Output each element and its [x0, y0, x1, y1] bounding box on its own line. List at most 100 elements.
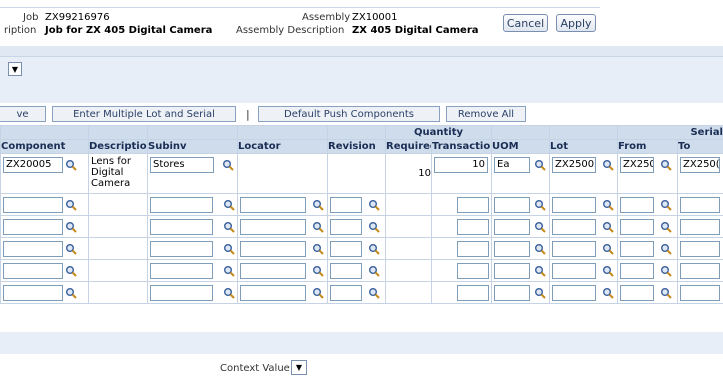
magnifier-icon[interactable] [312, 199, 324, 211]
magnifier-icon[interactable] [65, 287, 77, 299]
magnifier-icon[interactable] [368, 199, 380, 211]
locator-input[interactable] [240, 240, 306, 257]
dropdown-button[interactable]: ▼ [8, 62, 22, 76]
magnifier-icon[interactable] [65, 243, 77, 255]
serial-from-input[interactable]: ZX250( [620, 157, 654, 173]
magnifier-icon[interactable] [534, 199, 546, 211]
serial-to-input[interactable] [680, 284, 720, 301]
subinv-input[interactable] [150, 284, 214, 301]
component-input[interactable] [3, 196, 63, 213]
uom-input[interactable] [494, 262, 530, 279]
serial-to-input[interactable] [680, 218, 720, 235]
serial-to-input[interactable] [680, 240, 720, 257]
serial-from-input[interactable] [620, 240, 654, 257]
transaction-input[interactable] [457, 284, 489, 301]
transaction-input[interactable]: 10 [434, 157, 488, 173]
uom-header[interactable]: UOM [491, 139, 550, 154]
magnifier-icon[interactable] [368, 221, 380, 233]
magnifier-icon[interactable] [602, 265, 614, 277]
magnifier-icon[interactable] [602, 243, 614, 255]
uom-input[interactable]: Ea [494, 157, 530, 173]
serial-to-input[interactable] [680, 262, 720, 279]
revision-input[interactable] [330, 240, 362, 257]
magnifier-icon[interactable] [312, 221, 324, 233]
lot-input[interactable] [552, 240, 596, 257]
transaction-input[interactable] [457, 218, 489, 235]
revision-input[interactable] [330, 218, 362, 235]
subinv-input[interactable]: Stores [150, 157, 214, 173]
lot-input[interactable] [552, 218, 596, 235]
serial-from-header[interactable]: From [617, 139, 678, 154]
magnifier-icon[interactable] [368, 243, 380, 255]
magnifier-icon[interactable] [65, 265, 77, 277]
lot-input[interactable] [552, 262, 596, 279]
magnifier-icon[interactable] [602, 287, 614, 299]
uom-input[interactable] [494, 196, 530, 213]
magnifier-icon[interactable] [223, 243, 235, 255]
remove-button[interactable]: ve [0, 106, 46, 122]
locator-input[interactable] [240, 284, 306, 301]
transaction-input[interactable] [457, 196, 489, 213]
magnifier-icon[interactable] [660, 221, 672, 233]
cancel-button[interactable]: Cancel [503, 14, 548, 32]
remove-all-button[interactable]: Remove All [446, 106, 526, 122]
apply-button[interactable]: Apply [556, 14, 596, 32]
magnifier-icon[interactable] [312, 243, 324, 255]
magnifier-icon[interactable] [65, 221, 77, 233]
component-input[interactable] [3, 262, 63, 279]
serial-from-input[interactable] [620, 262, 654, 279]
serial-from-input[interactable] [620, 284, 654, 301]
locator-input[interactable] [240, 262, 306, 279]
lot-input[interactable] [552, 196, 596, 213]
magnifier-icon[interactable] [534, 159, 546, 171]
subinv-input[interactable] [150, 218, 214, 235]
magnifier-icon[interactable] [602, 199, 614, 211]
lot-input[interactable]: ZX25002 [552, 157, 596, 173]
transaction-input[interactable] [457, 240, 489, 257]
magnifier-icon[interactable] [368, 287, 380, 299]
magnifier-icon[interactable] [534, 287, 546, 299]
magnifier-icon[interactable] [65, 159, 77, 171]
magnifier-icon[interactable] [660, 243, 672, 255]
magnifier-icon[interactable] [223, 221, 235, 233]
revision-header[interactable]: Revision [327, 139, 386, 154]
serial-to-header[interactable]: To [677, 139, 723, 154]
subinv-header[interactable]: Subinv [147, 139, 238, 154]
serial-from-input[interactable] [620, 196, 654, 213]
revision-input[interactable] [330, 284, 362, 301]
component-input[interactable]: ZX20005 [3, 157, 63, 173]
component-input[interactable] [3, 218, 63, 235]
magnifier-icon[interactable] [368, 265, 380, 277]
magnifier-icon[interactable] [312, 265, 324, 277]
magnifier-icon[interactable] [223, 199, 235, 211]
serial-to-input[interactable]: ZX250( [680, 157, 720, 173]
magnifier-icon[interactable] [660, 159, 672, 171]
magnifier-icon[interactable] [660, 287, 672, 299]
serial-to-input[interactable] [680, 196, 720, 213]
magnifier-icon[interactable] [65, 199, 77, 211]
revision-input[interactable] [330, 262, 362, 279]
component-input[interactable] [3, 240, 63, 257]
subinv-input[interactable] [150, 196, 214, 213]
magnifier-icon[interactable] [534, 221, 546, 233]
component-input[interactable] [3, 284, 63, 301]
magnifier-icon[interactable] [534, 265, 546, 277]
enter-multiple-lot-serial-button[interactable]: Enter Multiple Lot and Serial [52, 106, 236, 122]
magnifier-icon[interactable] [223, 265, 235, 277]
magnifier-icon[interactable] [223, 287, 235, 299]
magnifier-icon[interactable] [312, 287, 324, 299]
transaction-input[interactable] [457, 262, 489, 279]
magnifier-icon[interactable] [534, 243, 546, 255]
subinv-input[interactable] [150, 262, 214, 279]
uom-input[interactable] [494, 218, 530, 235]
magnifier-icon[interactable] [660, 199, 672, 211]
locator-header[interactable]: Locator [237, 139, 328, 154]
locator-input[interactable] [240, 218, 306, 235]
magnifier-icon[interactable] [602, 159, 614, 171]
magnifier-icon[interactable] [602, 221, 614, 233]
serial-from-input[interactable] [620, 218, 654, 235]
lot-input[interactable] [552, 284, 596, 301]
context-value-dropdown[interactable]: ▼ [291, 360, 307, 375]
lot-header[interactable]: Lot [549, 139, 618, 154]
subinv-input[interactable] [150, 240, 214, 257]
